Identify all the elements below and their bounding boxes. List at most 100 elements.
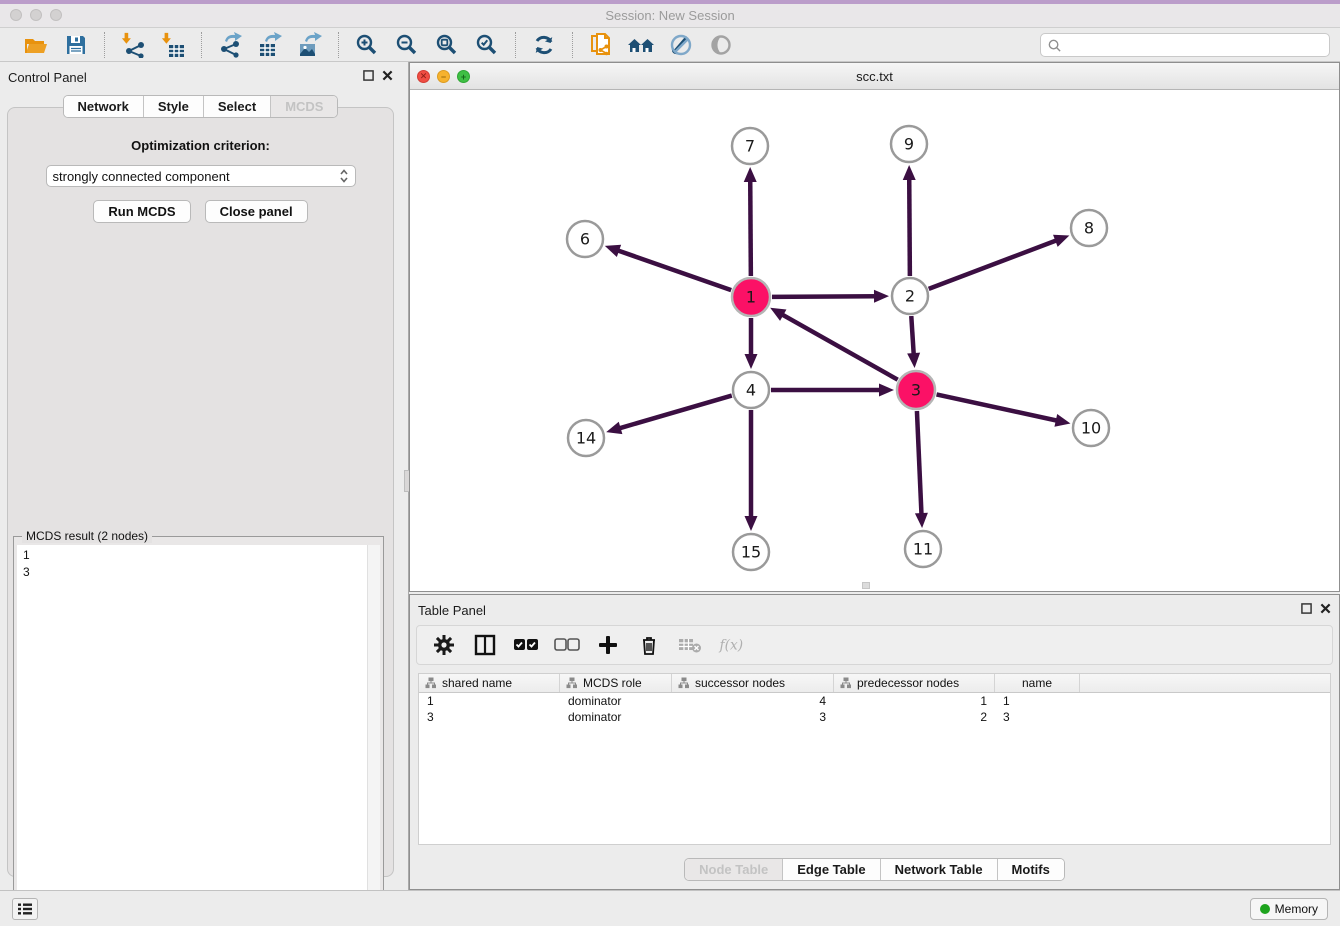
zoom-in-icon[interactable] [353,32,381,58]
zoom-selected-icon[interactable] [473,32,501,58]
column-header-successor-nodes[interactable]: successor nodes [672,674,834,692]
svg-text:3: 3 [911,381,921,400]
window-title: Session: New Session [0,8,1340,23]
table-cell[interactable]: dominator [560,709,672,725]
export-table-icon[interactable] [256,32,284,58]
memory-status-icon [1260,904,1270,914]
run-mcds-button[interactable]: Run MCDS [93,200,190,223]
svg-text:8: 8 [1084,219,1094,238]
add-column-icon[interactable] [595,632,621,658]
table-cell[interactable]: 3 [419,709,560,725]
delete-column-icon[interactable] [636,632,662,658]
table-row[interactable]: 1dominator411 [419,693,1330,709]
optimization-criterion-label: Optimization criterion: [8,138,393,153]
first-neighbors-icon[interactable] [627,32,655,58]
function-builder-icon[interactable]: f(x) [718,632,744,658]
close-panel-button[interactable]: Close panel [205,200,308,223]
table-toolbar: f(x) [416,625,1333,665]
mcds-result-text[interactable]: 1 3 [17,545,380,914]
memory-label: Memory [1275,902,1318,916]
svg-text:15: 15 [741,543,761,562]
column-header-name[interactable]: name [995,674,1080,692]
table-panel: Table Panel [409,594,1340,890]
svg-text:14: 14 [576,429,596,448]
table-panel-tabs: Node Table Edge Table Network Table Moti… [410,858,1339,881]
tab-motifs[interactable]: Motifs [998,859,1064,880]
memory-button[interactable]: Memory [1250,898,1328,920]
save-session-icon[interactable] [62,32,90,58]
criterion-selected-value: strongly connected component [53,169,339,184]
table-cell[interactable]: 2 [834,709,995,725]
tab-edge-table[interactable]: Edge Table [783,859,880,880]
node-table: shared nameMCDS rolesuccessor nodesprede… [418,673,1331,845]
network-window-title: scc.txt [410,69,1339,84]
network-canvas[interactable]: 7968124314101511 [410,90,1339,591]
network-canvas-svg: 7968124314101511 [410,90,1339,591]
mcds-tab-panel: Optimization criterion: strongly connect… [7,107,394,877]
select-all-columns-icon[interactable] [513,632,539,658]
search-box[interactable] [1040,33,1330,57]
table-cell[interactable]: 1 [419,693,560,709]
list-icon [17,902,33,916]
import-table-icon[interactable] [159,32,187,58]
search-icon [1047,38,1062,53]
window-accent-strip [0,0,1340,4]
svg-text:7: 7 [745,137,755,156]
tab-select[interactable]: Select [204,96,271,117]
table-cell[interactable]: 4 [672,693,834,709]
column-namespace-icon [840,677,852,689]
task-history-button[interactable] [12,898,38,920]
export-network-icon[interactable] [216,32,244,58]
svg-text:9: 9 [904,135,914,154]
apply-layout-icon[interactable] [530,32,558,58]
select-chevrons-icon [339,169,349,183]
tab-style[interactable]: Style [144,96,204,117]
column-header-MCDS-role[interactable]: MCDS role [560,674,672,692]
network-window-titlebar[interactable]: ✕ − + scc.txt [410,63,1339,90]
table-cell[interactable]: dominator [560,693,672,709]
column-header-predecessor-nodes[interactable]: predecessor nodes [834,674,995,692]
svg-text:11: 11 [913,540,933,559]
close-panel-icon[interactable] [382,70,393,81]
search-input[interactable] [1066,38,1329,52]
zoom-out-icon[interactable] [393,32,421,58]
split-columns-icon[interactable] [472,632,498,658]
table-cell[interactable]: 1 [834,693,995,709]
criterion-select[interactable]: strongly connected component [46,165,356,187]
status-bar: Memory [0,890,1340,926]
float-table-panel-icon[interactable] [1301,603,1312,614]
canvas-resize-grip[interactable] [862,582,870,589]
export-image-icon[interactable] [296,32,324,58]
title-bar: Session: New Session [0,0,1340,28]
open-session-icon[interactable] [22,32,50,58]
hide-graphics-icon[interactable] [667,32,695,58]
table-row[interactable]: 3dominator323 [419,709,1330,725]
tab-mcds[interactable]: MCDS [271,96,337,117]
control-panel-title: Control Panel [8,70,87,85]
table-cell[interactable]: 3 [995,709,1080,725]
table-body: 1dominator4113dominator323 [419,693,1330,725]
svg-text:6: 6 [580,230,590,249]
svg-text:4: 4 [746,381,756,400]
mcds-result-fieldset: MCDS result (2 nodes) 1 3 [13,536,384,918]
float-panel-icon[interactable] [363,70,374,81]
result-scrollbar[interactable] [367,545,380,914]
application-window: Session: New Session [0,0,1340,926]
tab-network-table[interactable]: Network Table [881,859,998,880]
delete-table-icon[interactable] [677,632,703,658]
table-cell[interactable]: 3 [672,709,834,725]
clone-network-icon[interactable] [587,32,615,58]
deselect-all-columns-icon[interactable] [554,632,580,658]
column-header-shared-name[interactable]: shared name [419,674,560,692]
tab-node-table[interactable]: Node Table [685,859,783,880]
column-namespace-icon [425,677,437,689]
mcds-result-title: MCDS result (2 nodes) [22,529,152,543]
import-network-icon[interactable] [119,32,147,58]
close-table-panel-icon[interactable] [1320,603,1331,614]
gear-icon[interactable] [431,632,457,658]
show-hide-icon[interactable] [707,32,735,58]
table-cell[interactable]: 1 [995,693,1080,709]
zoom-fit-icon[interactable] [433,32,461,58]
tab-network[interactable]: Network [64,96,144,117]
network-view-window: ✕ − + scc.txt 7968124314101511 [409,62,1340,592]
